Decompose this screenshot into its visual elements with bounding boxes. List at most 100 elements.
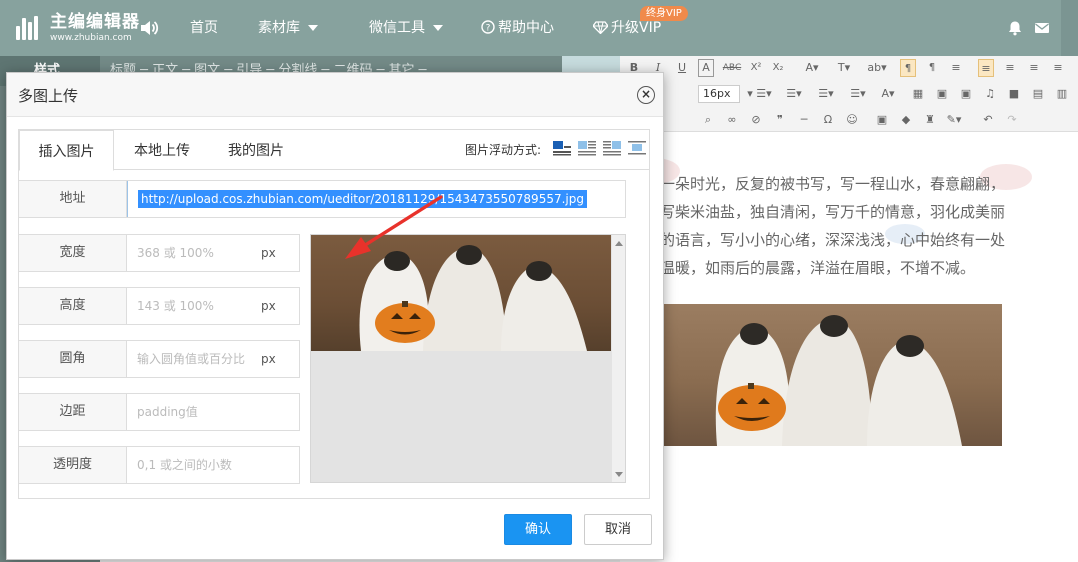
chevron-down-icon xyxy=(308,25,318,31)
padding-input[interactable] xyxy=(129,394,297,430)
format-button[interactable]: ab▾ xyxy=(864,59,890,77)
address-input-value: http://upload.cos.zhubian.com/ueditor/20… xyxy=(138,190,587,208)
font-size-select[interactable]: 16px xyxy=(698,85,740,103)
table-icon[interactable]: ▦ xyxy=(910,85,926,103)
editor-line: 温暖，如雨后的晨露，洋溢在眉眼，不增不减。 xyxy=(660,259,976,277)
height-unit: px xyxy=(261,299,276,313)
superscript-button[interactable]: X² xyxy=(748,59,764,77)
toolbar-row-3: @ ▭ ⌕ ∞ ⊘ ❞ ─ Ω ☺ ▣ ◆ ♜ ✎▾ ↶ ↷ xyxy=(620,108,1078,132)
float-left-icon[interactable] xyxy=(577,140,597,156)
image-icon[interactable]: ▣ xyxy=(934,85,950,103)
link-icon[interactable]: ∞ xyxy=(724,111,740,129)
border-radius-input[interactable] xyxy=(129,341,257,377)
brush-icon[interactable]: ◆ xyxy=(898,111,914,129)
align-center-button[interactable]: ≡ xyxy=(1002,59,1018,77)
toolbar-row-2: 黑 ▾ 16px ▾ ☰▾ ☰▾ ☰▾ ☰▾ A▾ ▦ ▣ ▣ ♫ ■ ▤ ▥ xyxy=(620,82,1078,106)
multi-image-icon[interactable]: ▣ xyxy=(958,85,974,103)
editor-line: 一朵时光，反复的被书写，写一程山水，春意翩翩， xyxy=(660,175,1006,193)
editor-inserted-photo[interactable] xyxy=(662,304,1002,446)
clear-format-icon[interactable]: ♜ xyxy=(922,111,938,129)
omega-icon[interactable]: Ω xyxy=(820,111,836,129)
border-radius-unit: px xyxy=(261,352,276,366)
dialog-header: 多图上传 × xyxy=(7,73,663,117)
padding-label: 边距 xyxy=(19,394,127,430)
strikethrough-button[interactable]: ABC xyxy=(721,59,743,77)
template-icon[interactable]: ▤ xyxy=(1030,85,1046,103)
width-unit: px xyxy=(261,246,276,260)
align-right-button[interactable]: ≡ xyxy=(1026,59,1042,77)
editor-content[interactable]: 一朵时光，反复的被书写，写一程山水，春意翩翩， 写柴米油盐，独自清闲，写万千的情… xyxy=(620,132,1078,562)
vip-badge: 终身VIP xyxy=(640,6,688,21)
height-input[interactable] xyxy=(129,288,255,324)
topbar-edge xyxy=(1061,0,1078,56)
font-color-button[interactable]: A▾ xyxy=(800,59,824,77)
float-center-icon[interactable] xyxy=(627,140,647,156)
scroll-down-icon[interactable] xyxy=(615,472,623,477)
hr-icon[interactable]: ─ xyxy=(796,111,812,129)
redo-icon[interactable]: ↷ xyxy=(1004,111,1020,129)
spacing-after-button[interactable]: ☰▾ xyxy=(814,85,838,103)
nav-home[interactable]: 首页 xyxy=(190,0,218,56)
preview-scrollbar[interactable] xyxy=(612,235,625,482)
mail-icon[interactable] xyxy=(1034,20,1050,36)
tab-my-images[interactable]: 我的图片 xyxy=(212,130,300,170)
opacity-input[interactable] xyxy=(129,447,297,483)
search-icon[interactable]: ⌕ xyxy=(700,111,716,129)
ltr-button[interactable]: ¶ xyxy=(900,59,916,77)
toolbar-row-1: B I U A ABC X² X₂ A▾ T▾ ab▾ ¶ ¶ ≡ ≡ ≡ ≡ … xyxy=(620,56,1078,80)
close-icon[interactable]: × xyxy=(637,86,655,104)
speaker-icon[interactable] xyxy=(139,18,159,38)
width-input[interactable] xyxy=(129,235,255,271)
border-text-button[interactable]: A xyxy=(698,59,714,77)
dialog-title: 多图上传 xyxy=(18,87,79,105)
svg-text:?: ? xyxy=(486,24,491,34)
border-radius-field: 圆角 px xyxy=(18,340,300,378)
rtl-button[interactable]: ¶ xyxy=(924,59,940,77)
magic-icon[interactable]: ✎▾ xyxy=(944,111,964,129)
line-height-button[interactable]: ☰▾ xyxy=(752,85,776,103)
top-navbar: 主编编辑器 www.zhubian.com 首页 素材库 微信工具 ? 帮助中心… xyxy=(0,0,1078,56)
subscript-button[interactable]: X₂ xyxy=(770,59,786,77)
letter-spacing-button[interactable]: ☰▾ xyxy=(846,85,870,103)
align-justify-button[interactable]: ≡ xyxy=(1050,59,1066,77)
video-icon[interactable]: ■ xyxy=(1006,85,1022,103)
preview-photo xyxy=(311,235,611,351)
confirm-button[interactable]: 确认 xyxy=(504,514,572,545)
help-icon: ? xyxy=(481,20,495,34)
tab-insert-image[interactable]: 插入图片 xyxy=(19,130,114,171)
width-field: 宽度 px xyxy=(18,234,300,272)
nav-wechat-tools[interactable]: 微信工具 xyxy=(369,0,443,56)
editor-line: 写柴米油盐，独自清闲，写万千的情意，羽化成美丽 xyxy=(660,203,1006,221)
float-mode-label: 图片浮动方式: xyxy=(465,143,542,157)
tab-bar: 插入图片 本地上传 我的图片 图片浮动方式: xyxy=(19,130,649,171)
underline-button[interactable]: U xyxy=(674,59,690,77)
opacity-label: 透明度 xyxy=(19,447,127,483)
indent-button[interactable]: ≡ xyxy=(948,59,964,77)
nav-materials[interactable]: 素材库 xyxy=(258,0,318,56)
emoji-icon[interactable]: ☺ xyxy=(844,111,860,129)
undo-icon[interactable]: ↶ xyxy=(980,111,996,129)
nav-help-center[interactable]: ? 帮助中心 xyxy=(481,0,554,56)
logo[interactable]: 主编编辑器 www.zhubian.com xyxy=(14,10,140,46)
scroll-up-icon[interactable] xyxy=(615,241,623,246)
height-field: 高度 px xyxy=(18,287,300,325)
music-icon[interactable]: ♫ xyxy=(982,85,998,103)
quote-icon[interactable]: ❞ xyxy=(772,111,788,129)
align-left-button[interactable]: ≡ xyxy=(978,59,994,77)
logo-subtitle: www.zhubian.com xyxy=(50,32,132,43)
text-transform-button[interactable]: A▾ xyxy=(876,85,900,103)
address-field: 地址 http://upload.cos.zhubian.com/ueditor… xyxy=(18,180,626,218)
unlink-icon[interactable]: ⊘ xyxy=(748,111,764,129)
float-right-icon[interactable] xyxy=(602,140,622,156)
editor-paragraph[interactable]: 一朵时光，反复的被书写，写一程山水，春意翩翩， 写柴米油盐，独自清闲，写万千的情… xyxy=(660,170,1040,282)
float-none-icon[interactable] xyxy=(552,140,572,156)
logo-icon xyxy=(14,14,44,42)
cancel-button[interactable]: 取消 xyxy=(584,514,652,545)
tab-local-upload[interactable]: 本地上传 xyxy=(118,130,206,170)
address-input[interactable]: http://upload.cos.zhubian.com/ueditor/20… xyxy=(127,181,625,217)
stamp-icon[interactable]: ▣ xyxy=(874,111,890,129)
background-color-button[interactable]: T▾ xyxy=(832,59,856,77)
preview-icon[interactable]: ▥ xyxy=(1054,85,1070,103)
bell-icon[interactable] xyxy=(1007,20,1023,36)
paragraph-spacing-button[interactable]: ☰▾ xyxy=(782,85,806,103)
